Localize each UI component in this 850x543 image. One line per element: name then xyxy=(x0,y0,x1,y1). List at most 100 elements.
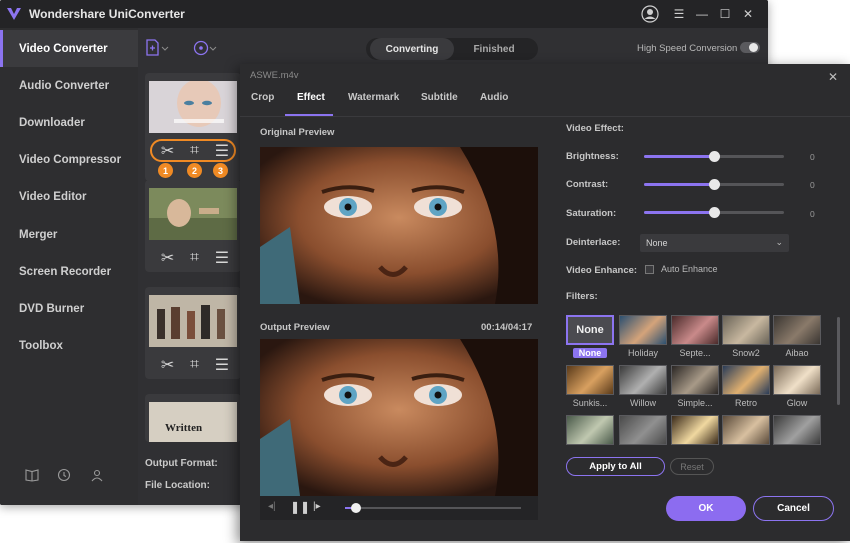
badge-3: 3 xyxy=(213,163,228,178)
filters-label: Filters: xyxy=(566,291,598,302)
saturation-knob[interactable] xyxy=(709,207,720,218)
account-icon[interactable] xyxy=(641,5,659,23)
playback-track[interactable] xyxy=(345,503,521,513)
brightness-knob[interactable] xyxy=(709,151,720,162)
saturation-slider[interactable] xyxy=(644,207,784,218)
reset-button[interactable]: Reset xyxy=(670,458,714,475)
filter-thumbnail xyxy=(722,315,770,345)
sidebar-item-video-converter[interactable]: Video Converter xyxy=(0,30,138,67)
active-tab-underline xyxy=(285,114,333,116)
filter-thumbnail xyxy=(619,415,667,445)
app-title: Wondershare UniConverter xyxy=(29,7,185,21)
contrast-fill xyxy=(644,183,714,186)
sidebar-item-video-compressor[interactable]: Video Compressor xyxy=(0,141,138,178)
previous-frame-icon[interactable]: ◂| xyxy=(268,501,276,512)
file-card[interactable]: Written xyxy=(145,394,241,442)
contrast-value: 0 xyxy=(810,180,815,190)
thumbnail-caption: Written xyxy=(165,422,203,434)
filter-thumbnail xyxy=(722,365,770,395)
sidebar-item-audio-converter[interactable]: Audio Converter xyxy=(0,67,138,104)
output-preview-label: Output Preview xyxy=(260,322,330,333)
tab-watermark[interactable]: Watermark xyxy=(348,92,399,103)
contrast-slider[interactable] xyxy=(644,179,784,190)
tab-finished[interactable]: Finished xyxy=(454,38,534,60)
next-frame-icon[interactable]: |▸ xyxy=(313,501,321,512)
auto-enhance-checkbox[interactable] xyxy=(645,265,654,274)
close-icon[interactable]: ✕ xyxy=(739,5,757,23)
sidebar-item-video-editor[interactable]: Video Editor xyxy=(0,178,138,215)
add-file-icon[interactable] xyxy=(145,39,171,57)
chevron-down-icon: ⌄ xyxy=(775,237,783,247)
video-thumbnail xyxy=(149,295,237,347)
filter-thumbnail xyxy=(773,365,821,395)
high-speed-label: High Speed Conversion xyxy=(637,43,738,54)
tab-subtitle[interactable]: Subtitle xyxy=(421,92,458,103)
apply-to-all-button[interactable]: Apply to All xyxy=(566,457,665,476)
deinterlace-value: None xyxy=(646,238,668,248)
tools-highlight xyxy=(150,139,236,162)
brightness-fill xyxy=(644,155,714,158)
video-thumbnail xyxy=(149,188,237,240)
card-tools: ✂ ⌗ ☰ xyxy=(153,248,237,268)
sidebar-item-screen-recorder[interactable]: Screen Recorder xyxy=(0,253,138,290)
brightness-value: 0 xyxy=(810,152,815,162)
filter-thumbnail xyxy=(722,415,770,445)
menu-icon[interactable]: ☰ xyxy=(670,5,688,23)
file-card[interactable]: ✂ ⌗ ☰ xyxy=(145,180,241,272)
filter-thumbnail xyxy=(619,315,667,345)
original-preview-label: Original Preview xyxy=(260,127,335,138)
sidebar-item-downloader[interactable]: Downloader xyxy=(0,104,138,141)
filter-thumbnail xyxy=(773,415,821,445)
pause-icon[interactable]: ❚❚ xyxy=(290,500,310,514)
effect-icon[interactable]: ☰ xyxy=(215,355,229,375)
brightness-slider[interactable] xyxy=(644,151,784,162)
playback-knob[interactable] xyxy=(350,503,361,513)
filter-none-text: None xyxy=(568,317,612,343)
tab-effect[interactable]: Effect xyxy=(297,92,325,103)
deinterlace-select[interactable]: None ⌄ xyxy=(640,234,789,252)
filter-label: None xyxy=(573,348,607,358)
clock-icon[interactable] xyxy=(57,468,71,482)
tab-crop[interactable]: Crop xyxy=(251,92,274,103)
trim-icon[interactable]: ✂ xyxy=(161,355,174,375)
filter-thumbnail: None xyxy=(566,315,614,345)
sidebar-item-dvd-burner[interactable]: DVD Burner xyxy=(0,290,138,327)
book-icon[interactable] xyxy=(25,468,39,482)
contrast-knob[interactable] xyxy=(709,179,720,190)
effect-icon[interactable]: ☰ xyxy=(215,248,229,268)
output-format-label: Output Format: xyxy=(145,458,218,469)
original-preview-image xyxy=(260,147,538,304)
sidebar-item-merger[interactable]: Merger xyxy=(0,216,138,253)
ok-button[interactable]: OK xyxy=(666,496,746,521)
video-effect-label: Video Effect: xyxy=(566,123,624,134)
sidebar-item-toolbox[interactable]: Toolbox xyxy=(0,327,138,364)
filter-scrollbar[interactable] xyxy=(837,317,840,405)
tab-audio[interactable]: Audio xyxy=(480,92,508,103)
badge-1: 1 xyxy=(158,163,173,178)
filter-label: Willow xyxy=(630,398,656,408)
minimize-icon[interactable]: — xyxy=(693,5,711,23)
cancel-button[interactable]: Cancel xyxy=(753,496,834,521)
tab-converting[interactable]: Converting xyxy=(370,38,454,60)
trim-icon[interactable]: ✂ xyxy=(161,248,174,268)
file-card[interactable]: ✂ ⌗ ☰ xyxy=(145,287,241,379)
filter-thumbnail xyxy=(566,415,614,445)
tabbar-divider xyxy=(240,116,850,117)
dialog-close-icon[interactable]: ✕ xyxy=(828,70,840,84)
user-icon[interactable] xyxy=(90,468,104,482)
player-controls: ◂| ❚❚ |▸ xyxy=(260,496,538,520)
maximize-icon[interactable]: ☐ xyxy=(716,5,734,23)
high-speed-toggle[interactable] xyxy=(740,42,760,53)
video-thumbnail: Written xyxy=(149,402,237,442)
filter-label: Aibao xyxy=(785,348,809,358)
crop-icon[interactable]: ⌗ xyxy=(190,249,199,267)
card-tools: ✂ ⌗ ☰ xyxy=(153,355,237,375)
timecode: 00:14/04:17 xyxy=(481,322,533,333)
filter-label: Holiday xyxy=(627,348,658,358)
filter-thumbnail xyxy=(773,315,821,345)
video-enhance-label: Video Enhance: xyxy=(566,265,638,276)
crop-icon[interactable]: ⌗ xyxy=(190,356,199,374)
video-thumbnail xyxy=(149,81,237,133)
load-dvd-icon[interactable] xyxy=(193,39,219,57)
filter-thumbnail xyxy=(566,365,614,395)
